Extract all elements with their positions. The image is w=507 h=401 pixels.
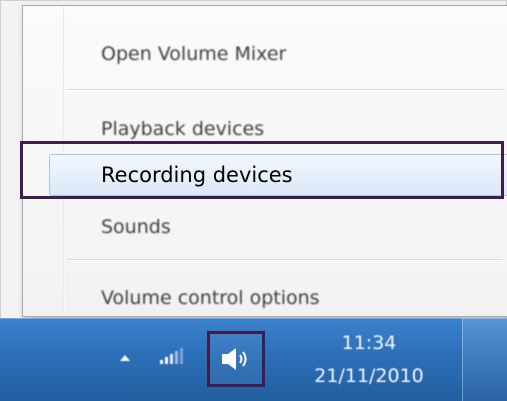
- clock-date: 21/11/2010: [314, 365, 424, 387]
- desktop-screen: Open Volume Mixer Playback devices Recor…: [0, 0, 507, 401]
- menu-item-label: Playback devices: [101, 118, 265, 140]
- menu-separator: [67, 259, 503, 261]
- menu-separator: [67, 89, 503, 91]
- show-hidden-icons-arrow-icon[interactable]: [120, 355, 130, 361]
- annotation-frame-recording-devices: [20, 141, 504, 199]
- taskbar-clock[interactable]: 11:34 21/11/2010: [280, 322, 458, 398]
- menu-item-label: Volume control options: [101, 287, 320, 309]
- menu-item-open-volume-mixer[interactable]: Open Volume Mixer: [23, 30, 507, 78]
- menu-item-volume-control-options[interactable]: Volume control options: [23, 274, 507, 322]
- menu-item-label: Sounds: [101, 216, 171, 238]
- network-signal-icon[interactable]: [160, 346, 184, 364]
- speaker-volume-button[interactable]: [207, 331, 265, 387]
- clock-time: 11:34: [341, 332, 397, 354]
- menu-item-sounds[interactable]: Sounds: [23, 203, 507, 251]
- menu-item-label: Open Volume Mixer: [101, 43, 287, 65]
- speaker-volume-icon: [222, 348, 247, 370]
- show-desktop-button[interactable]: [462, 318, 507, 401]
